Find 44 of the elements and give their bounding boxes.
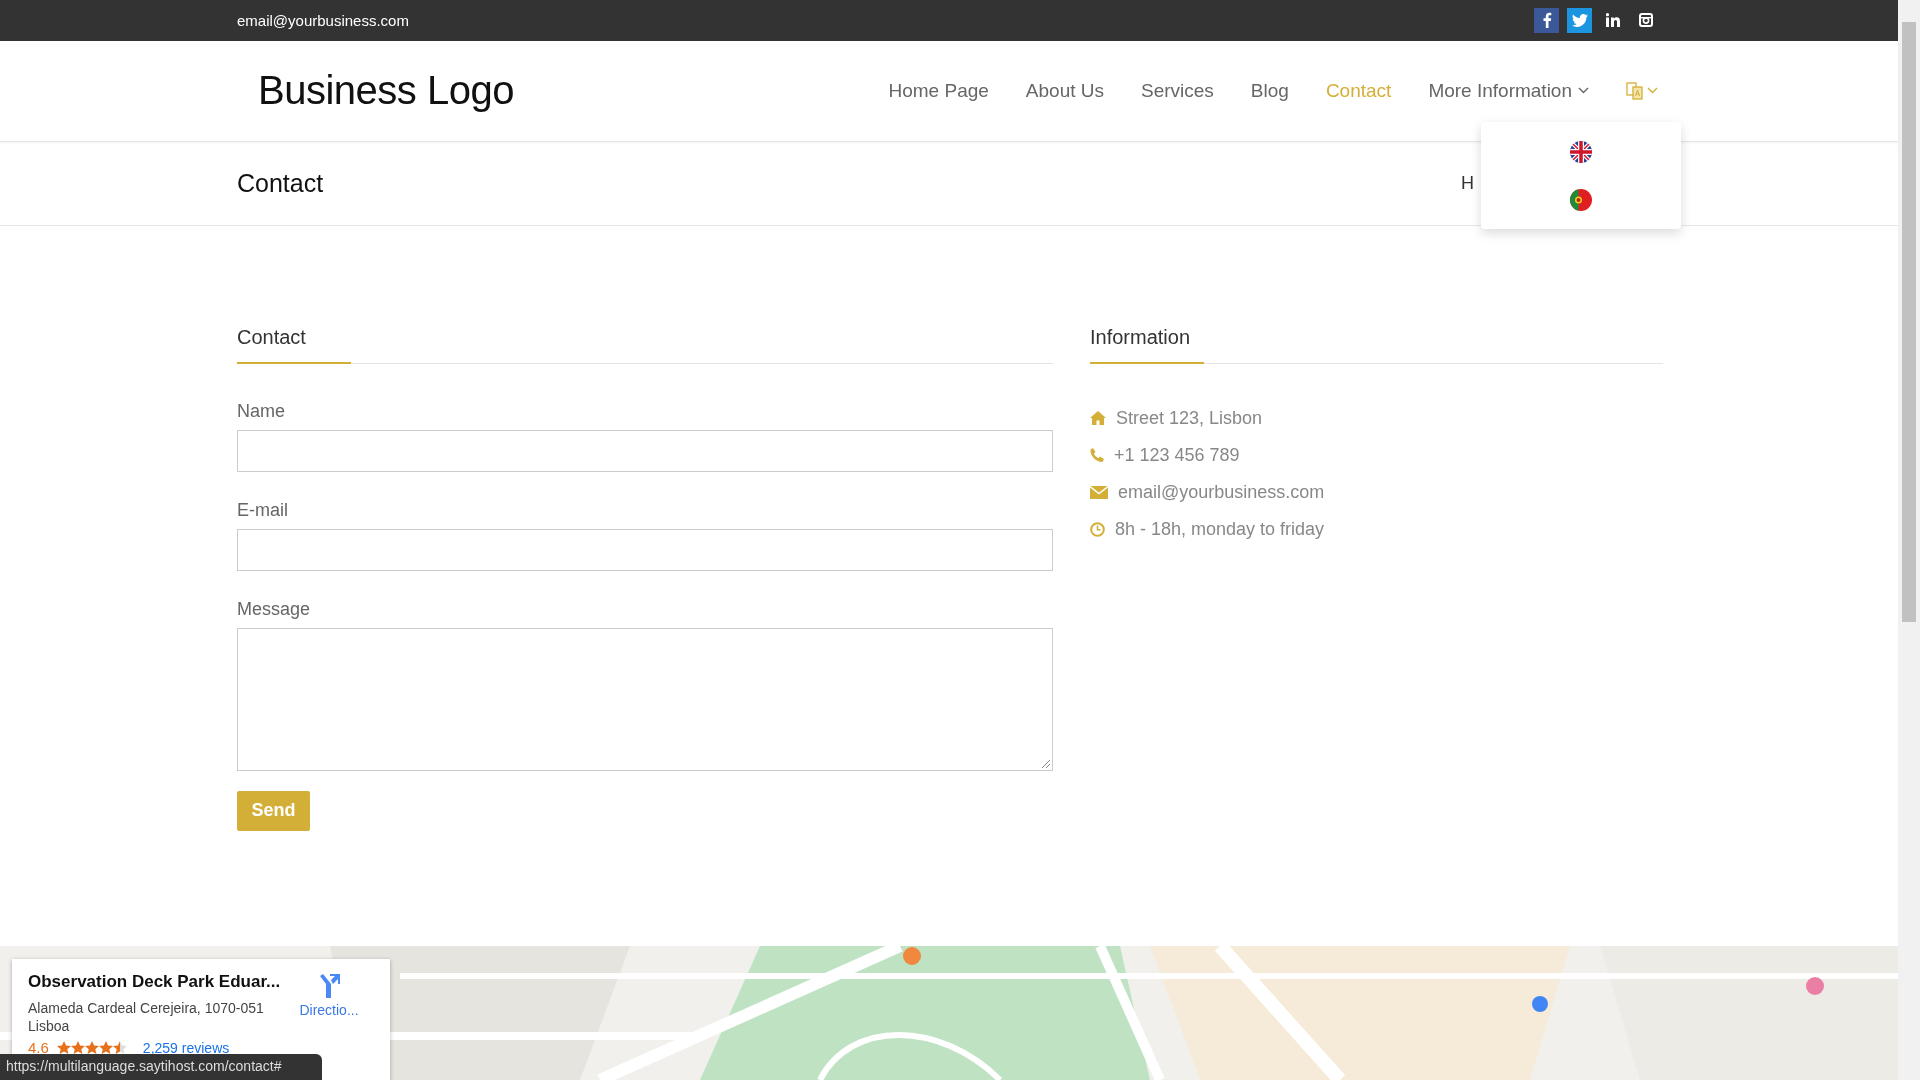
star-icon — [84, 1040, 99, 1055]
info-text: Street 123, Lisbon — [1116, 407, 1263, 429]
resize-handle-icon[interactable] — [1042, 759, 1050, 768]
directions-icon — [318, 974, 340, 999]
contact-email: email@yourbusiness.com — [237, 11, 409, 29]
info-text: +1 123 456 789 — [1114, 444, 1240, 466]
nav-link[interactable]: Home Page — [888, 79, 989, 102]
nav-link[interactable]: Blog — [1250, 79, 1289, 102]
input-field[interactable] — [237, 528, 1053, 571]
star-icon — [112, 1040, 127, 1055]
mail-icon — [1090, 485, 1108, 499]
status-bar-url: https://multilanguage.saytihost.com/contact# — [0, 1054, 322, 1080]
rating: 4.6 — [28, 1039, 49, 1057]
star-icon — [98, 1040, 113, 1055]
nav-link[interactable]: Services — [1141, 79, 1214, 102]
page-title: Contact — [237, 169, 324, 199]
scrollbar-thumb[interactable] — [1902, 22, 1916, 622]
caret-icon — [1647, 87, 1658, 95]
reviews-link[interactable]: 2,259 reviews — [142, 1039, 230, 1056]
section-heading: Information — [1090, 325, 1663, 364]
breadcrumb-link[interactable]: H — [1461, 173, 1474, 195]
field-label: Message — [237, 598, 312, 620]
nav-link[interactable]: About Us — [1025, 79, 1104, 102]
field-label: Name — [237, 400, 286, 422]
place-address: Alameda Cardeal Cerejeira, 1070-051 Lisboa — [28, 999, 265, 1036]
flag-icon[interactable] — [1569, 139, 1593, 164]
info-text: email@yourbusiness.com — [1118, 481, 1325, 503]
home-icon — [1090, 411, 1106, 426]
clock-icon — [1090, 521, 1105, 537]
phone-icon — [1090, 447, 1104, 463]
flag-icon[interactable] — [1569, 187, 1593, 212]
star-icon — [70, 1040, 85, 1055]
message-field[interactable] — [237, 627, 1053, 771]
star-icon — [56, 1040, 71, 1055]
translate-icon — [1626, 81, 1643, 100]
nav-link[interactable]: More Information — [1428, 79, 1589, 102]
section-heading: Contact — [237, 325, 1053, 364]
field-label: E-mail — [237, 499, 289, 521]
input-field[interactable] — [237, 429, 1053, 472]
facebook-icon[interactable] — [1534, 7, 1559, 33]
place-title: Observation Deck Park Eduar... — [28, 972, 282, 993]
twitter-icon[interactable] — [1567, 7, 1592, 33]
logo[interactable]: Business Logo — [258, 68, 514, 114]
info-text: 8h - 18h, monday to friday — [1115, 518, 1325, 540]
